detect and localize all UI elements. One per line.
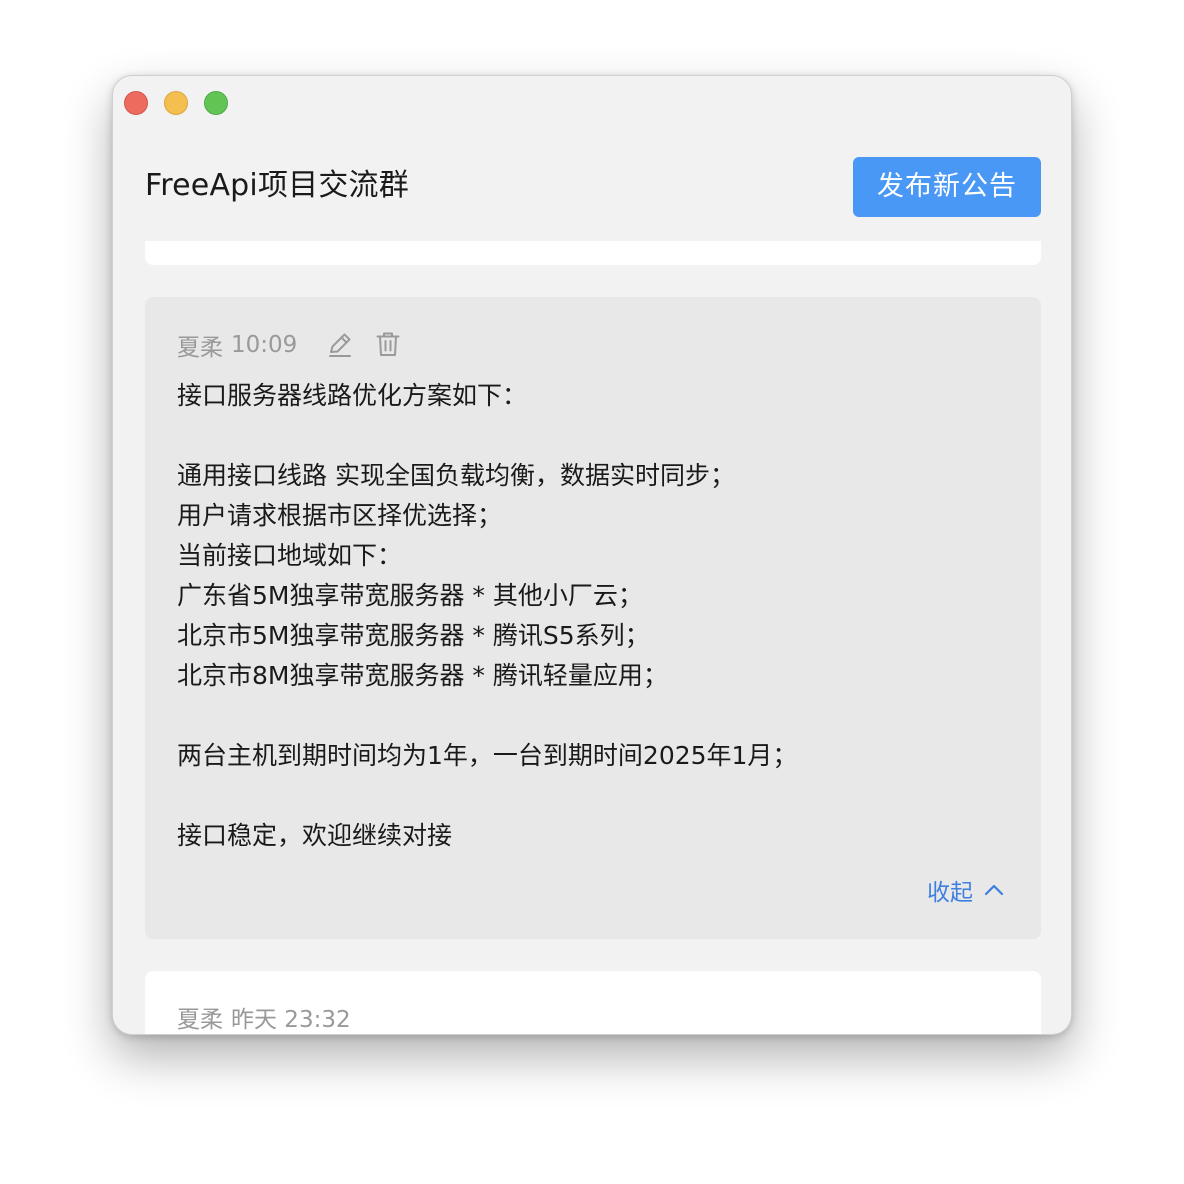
content-line: 接口服务器线路优化方案如下： bbox=[177, 381, 528, 410]
content-line: 当前接口地域如下： bbox=[177, 541, 403, 570]
announcement-card[interactable]: 夏柔 昨天 23:32 bbox=[145, 971, 1041, 1034]
content-line: 通用接口线路 实现全国负载均衡，数据实时同步； bbox=[177, 461, 735, 490]
content-line: 接口稳定，欢迎继续对接 bbox=[177, 821, 453, 850]
chevron-up-icon bbox=[984, 884, 1004, 896]
content-line: 北京市8M独享带宽服务器 * 腾讯轻量应用； bbox=[177, 661, 668, 690]
pencil-icon bbox=[329, 333, 351, 357]
minimize-window-button[interactable] bbox=[164, 91, 188, 115]
zoom-window-button[interactable] bbox=[204, 91, 228, 115]
edit-announcement-button[interactable] bbox=[325, 329, 355, 359]
content-line bbox=[177, 416, 1017, 456]
announcement-time: 10:09 bbox=[231, 332, 298, 358]
announcement-meta: 夏柔 10:09 bbox=[177, 329, 297, 361]
announcement-author: 夏柔 bbox=[177, 335, 223, 361]
announcement-meta: 夏柔 昨天 23:32 bbox=[177, 1001, 351, 1033]
collapse-label: 收起 bbox=[927, 880, 973, 906]
group-title: FreeApi项目交流群 bbox=[145, 168, 409, 203]
collapse-button[interactable]: 收起 bbox=[927, 873, 1005, 907]
close-window-button[interactable] bbox=[124, 91, 148, 115]
announcement-time: 昨天 23:32 bbox=[231, 1007, 351, 1033]
announcement-card[interactable]: 夏柔 10:09 接口服务器线路优化方案如下： 通用接口线路 实现全国负载均衡，… bbox=[145, 297, 1041, 939]
delete-announcement-button[interactable] bbox=[373, 329, 403, 359]
announcement-content: 接口服务器线路优化方案如下： 通用接口线路 实现全国负载均衡，数据实时同步； 用… bbox=[177, 376, 1017, 856]
content-line bbox=[177, 696, 1017, 736]
content-line: 用户请求根据市区择优选择； bbox=[177, 501, 503, 530]
announcement-author: 夏柔 bbox=[177, 1007, 223, 1033]
content-line: 北京市5M独享带宽服务器 * 腾讯S5系列； bbox=[177, 621, 650, 650]
app-window: FreeApi项目交流群 发布新公告 夏柔 10:09 接口服务器线路优化方案如… bbox=[112, 75, 1072, 1035]
content-line: 两台主机到期时间均为1年，一台到期时间2025年1月； bbox=[177, 741, 798, 770]
trash-icon bbox=[376, 332, 400, 356]
announcement-card-previous bbox=[145, 241, 1041, 265]
content-line: 广东省5M独享带宽服务器 * 其他小厂云； bbox=[177, 581, 643, 610]
content-line bbox=[177, 776, 1017, 816]
publish-announcement-button[interactable]: 发布新公告 bbox=[853, 157, 1041, 217]
